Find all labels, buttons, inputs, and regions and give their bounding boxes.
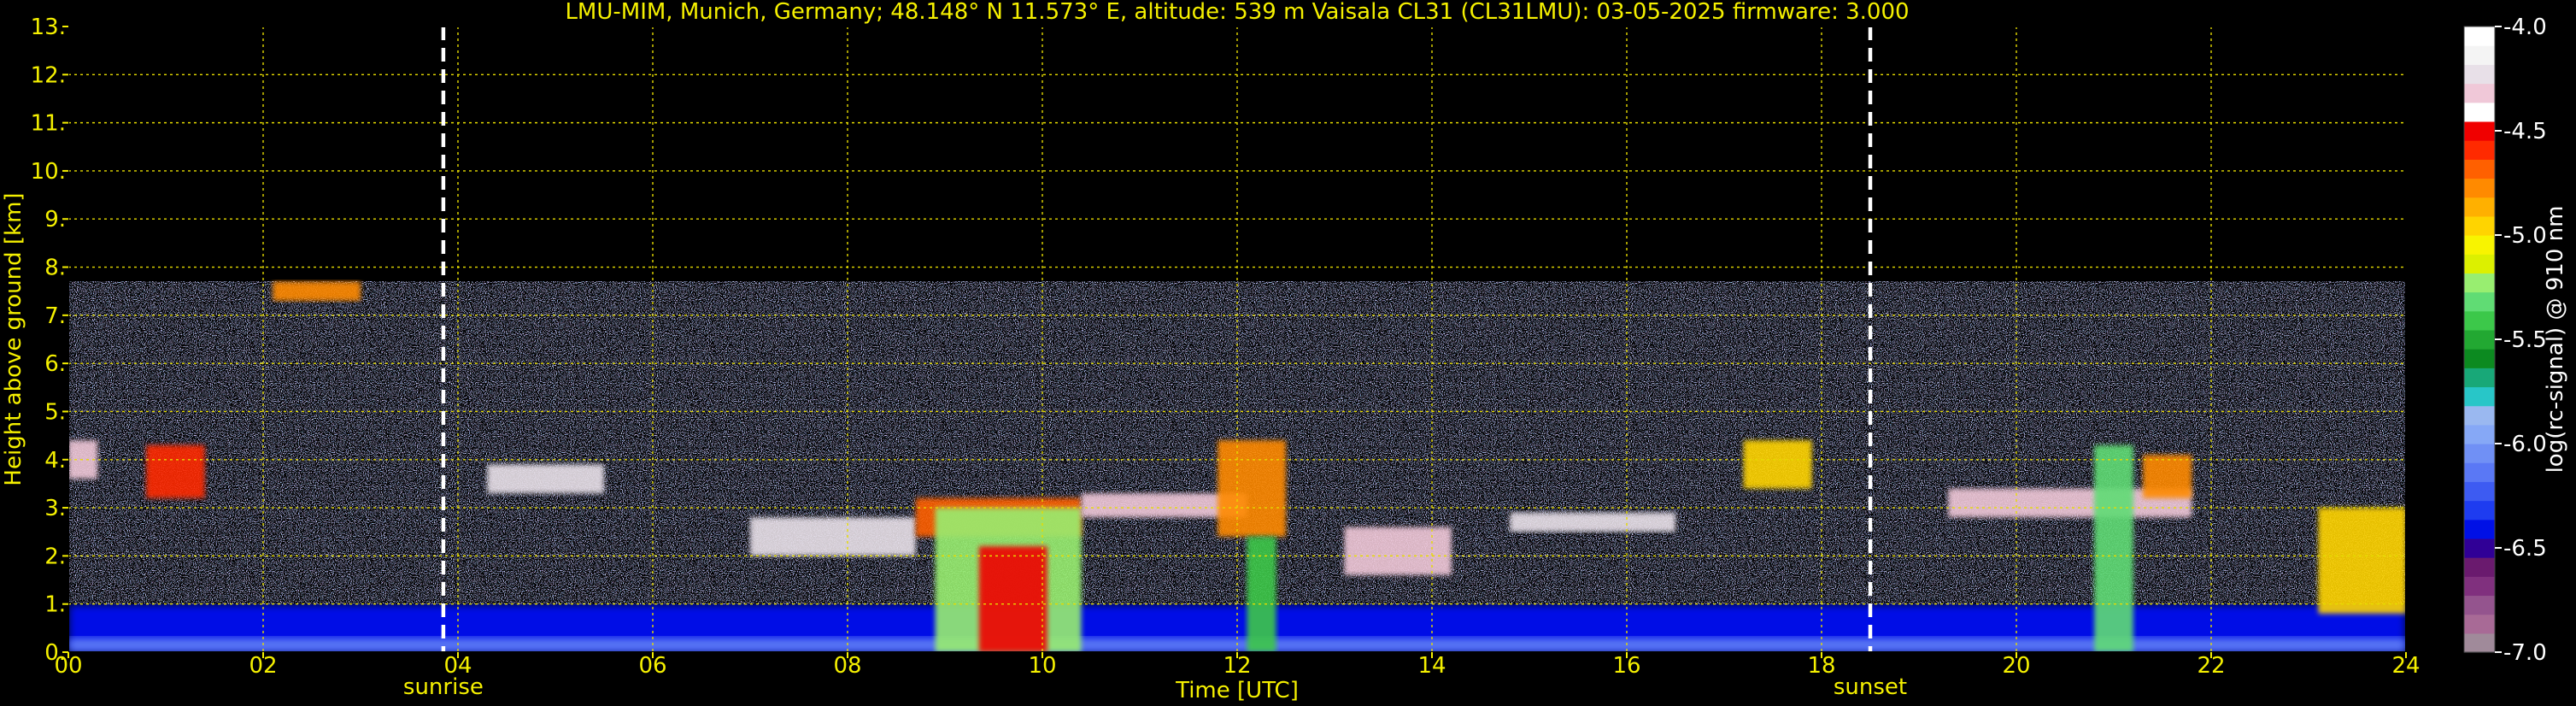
y-tick-label: 3. bbox=[44, 496, 66, 521]
colorbar-segment bbox=[2464, 349, 2495, 368]
colorbar-segment bbox=[2464, 215, 2495, 236]
feature-cloud-14 bbox=[2318, 508, 2406, 614]
x-tick-label: 14 bbox=[1417, 653, 1446, 679]
x-tick-label: 02 bbox=[249, 653, 277, 679]
x-axis-label: Time [UTC] bbox=[1175, 678, 1299, 703]
y-tick-label: 8. bbox=[44, 256, 66, 281]
y-tick-label: 1. bbox=[44, 592, 66, 618]
y-tick-label: 10. bbox=[31, 159, 66, 185]
feature-cloud-5 bbox=[750, 517, 916, 556]
colorbar-tick-label: -7.0 bbox=[2503, 640, 2547, 666]
colorbar-segment bbox=[2464, 45, 2495, 65]
feature-cloud-3 bbox=[273, 281, 361, 301]
plot-area bbox=[68, 26, 2406, 652]
colorbar-segment bbox=[2464, 310, 2495, 331]
y-tick-label: 4. bbox=[44, 448, 66, 474]
x-tick-label: 12 bbox=[1223, 653, 1251, 679]
colorbar-segment bbox=[2464, 254, 2495, 274]
colorbar-segment bbox=[2464, 273, 2495, 293]
colorbar-tick-label: -6.5 bbox=[2503, 536, 2547, 562]
colorbar-tick-label: -4.5 bbox=[2503, 119, 2547, 144]
colorbar-segment bbox=[2464, 26, 2495, 46]
colorbar-segment bbox=[2464, 197, 2495, 217]
colorbar-segment bbox=[2464, 386, 2495, 407]
sun-marker-labels: sunrise sunset bbox=[403, 674, 1907, 700]
y-tick-label: 13. bbox=[31, 15, 66, 40]
colorbar-segment bbox=[2464, 178, 2495, 198]
colorbar-ticks: -4.0 -4.5 -5.0 -5.5 -6.0 -6.5 -7.0 bbox=[2495, 15, 2547, 666]
colorbar-segment bbox=[2464, 235, 2495, 255]
colorbar-segment bbox=[2464, 576, 2495, 597]
feature-cloud-8 bbox=[1218, 440, 1286, 537]
colorbar-segment bbox=[2464, 329, 2495, 350]
x-tick-label: 24 bbox=[2391, 653, 2420, 679]
feature-cloud-10 bbox=[1510, 512, 1675, 532]
x-tick-label: 06 bbox=[638, 653, 666, 679]
colorbar-segment bbox=[2464, 557, 2495, 577]
colorbar-segment bbox=[2464, 64, 2495, 85]
plot-title: LMU-MIM, Munich, Germany; 48.148° N 11.5… bbox=[565, 0, 1909, 25]
feature-precipitation-core bbox=[978, 546, 1047, 652]
colorbar-segment bbox=[2464, 538, 2495, 558]
colorbar-segment bbox=[2464, 632, 2495, 653]
sunrise-label: sunrise bbox=[403, 674, 484, 700]
colorbar-segment bbox=[2464, 140, 2495, 160]
x-tick-label: 16 bbox=[1612, 653, 1640, 679]
colorbar-segment bbox=[2464, 368, 2495, 388]
colorbar-tick-label: -4.0 bbox=[2503, 15, 2547, 40]
x-tick-label: 20 bbox=[2002, 653, 2030, 679]
feature-cloud-4 bbox=[487, 464, 604, 494]
colorbar-tick-label: -5.5 bbox=[2503, 327, 2547, 353]
colorbar bbox=[2463, 26, 2496, 653]
colorbar-segment bbox=[2464, 83, 2495, 103]
x-tick-label: 08 bbox=[833, 653, 861, 679]
y-tick-label: 2. bbox=[44, 544, 66, 569]
y-tick-label: 9. bbox=[44, 207, 66, 232]
y-tick-label: 6. bbox=[44, 351, 66, 377]
y-axis-label: Height above ground [km] bbox=[1, 192, 26, 485]
y-tick-label: 5. bbox=[44, 399, 66, 425]
y-tick-label: 0. bbox=[44, 640, 66, 666]
colorbar-segment bbox=[2464, 291, 2495, 312]
sunset-label: sunset bbox=[1834, 674, 1907, 700]
feature-precipitation-2 bbox=[1247, 536, 1276, 652]
x-tick-label: 10 bbox=[1028, 653, 1056, 679]
y-tick-label: 12. bbox=[31, 62, 66, 88]
colorbar-segment bbox=[2464, 481, 2495, 502]
feature-cloud-9 bbox=[1344, 527, 1452, 575]
colorbar-segment bbox=[2464, 159, 2495, 179]
colorbar-segment bbox=[2464, 444, 2495, 463]
y-tick-label: 7. bbox=[44, 303, 66, 329]
colorbar-segment bbox=[2464, 500, 2495, 521]
feature-cloud-11 bbox=[1743, 440, 1812, 489]
colorbar-segment bbox=[2464, 614, 2495, 634]
y-axis-ticks: 0. 1. 2. 3. 4. 5. 6. 7. 8. 9. 10. 11. 12. 13. bbox=[31, 15, 68, 666]
colorbar-segment bbox=[2464, 121, 2495, 141]
colorbar-segment bbox=[2464, 519, 2495, 539]
colorbar-segment bbox=[2464, 462, 2495, 482]
colorbar-segment bbox=[2464, 595, 2495, 615]
colorbar-segment bbox=[2464, 102, 2495, 122]
feature-cloud-2 bbox=[146, 444, 205, 498]
colorbar-segment bbox=[2464, 405, 2495, 426]
feature-cloud-13 bbox=[2143, 455, 2192, 498]
y-tick-label: 11. bbox=[31, 111, 66, 137]
feature-precipitation-3 bbox=[2094, 444, 2133, 652]
colorbar-tick-label: -6.0 bbox=[2503, 432, 2547, 457]
colorbar-segment bbox=[2464, 424, 2495, 444]
ceilometer-plot: LMU-MIM, Munich, Germany; 48.148° N 11.5… bbox=[1, 0, 2568, 703]
colorbar-tick-label: -5.0 bbox=[2503, 223, 2547, 249]
x-tick-label: 22 bbox=[2197, 653, 2225, 679]
x-tick-label: 18 bbox=[1807, 653, 1835, 679]
colorbar-label: log(rc-signal) @ 910 nm bbox=[2543, 206, 2568, 474]
